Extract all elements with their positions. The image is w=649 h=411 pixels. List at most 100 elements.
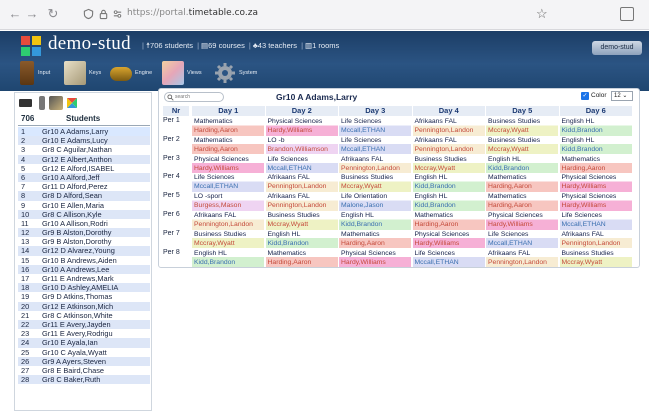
timetable-cell[interactable]: Mathematics Harding,Aaron — [486, 173, 558, 192]
timetable-cell[interactable]: Mathematics Harding,Aaron — [192, 135, 264, 155]
timetable-cell[interactable]: Business Studies Mccray,Wyatt — [486, 135, 558, 155]
student-row[interactable]: 4 Gr12 E Albert,Anthon — [18, 154, 150, 164]
timetable-cell[interactable]: Afrikaans FAL Pennington,Landon — [412, 135, 485, 155]
student-row[interactable]: 24 Gr10 E Ayala,Ian — [18, 338, 150, 348]
timetable-cell[interactable]: Afrikaans FAL Pennington,Landon — [265, 192, 338, 211]
timetable-cell[interactable]: Mathematics Harding,Aaron — [412, 211, 485, 230]
student-row[interactable]: 28 Gr8 C Baker,Ruth — [18, 375, 150, 385]
student-row[interactable]: 9 Gr10 E Allen,Maria — [18, 201, 150, 210]
back-arrow-icon[interactable]: ← — [8, 7, 22, 21]
color-checkbox[interactable]: ✓ — [581, 92, 589, 100]
timetable-cell[interactable]: English HL Kidd,Brandon — [412, 173, 485, 192]
student-row[interactable]: 12 Gr9 B Alston,Dorothy — [18, 228, 150, 238]
student-row[interactable]: 3 Gr8 C Aguilar,Nathan — [18, 145, 150, 154]
timetable-cell[interactable]: Physical Sciences Hardy,Williams — [265, 117, 338, 136]
timetable-cell[interactable]: English HL Kidd,Brandon — [559, 135, 632, 155]
timetable-cell[interactable]: Afrikaans FAL Pennington,Landon — [412, 117, 485, 136]
timetable-cell[interactable]: Mathematics Harding,Aaron — [192, 117, 264, 136]
timetable-cell[interactable]: Business Studies Mccray,Wyatt — [559, 248, 632, 268]
timetable-cell[interactable]: Mathematics Harding,Aaron — [265, 248, 338, 268]
user-button[interactable]: demo-stud — [592, 41, 642, 55]
shield-extension-icon[interactable] — [620, 7, 634, 21]
student-row[interactable]: 22 Gr11 E Avery,Jayden — [18, 319, 150, 330]
timetable-cell[interactable]: English HL Kidd,Brandon — [559, 117, 632, 136]
student-row[interactable]: 20 Gr12 E Atkinson,Mich — [18, 301, 150, 311]
timetable-cell[interactable]: Business Studies Mccray,Wyatt — [265, 211, 338, 230]
toolbar-engine[interactable]: Engine — [110, 61, 158, 85]
student-row[interactable]: 6 Gr10 A Alford,Jeff — [18, 172, 150, 183]
toolbar-input[interactable]: Input — [20, 61, 60, 85]
student-row[interactable]: 21 Gr8 C Atkinson,White — [18, 311, 150, 320]
toolbar-views[interactable]: Views — [162, 61, 208, 85]
url-bar[interactable]: https://portal.timetable.co.za — [127, 8, 258, 18]
timetable-cell[interactable]: Life Sciences Mccall,ETHAN — [412, 248, 485, 268]
timetable-cell[interactable]: Afrikaans FAL Pennington,Landon — [339, 154, 411, 174]
timetable-cell[interactable]: English HL Kidd,Brandon — [265, 229, 338, 249]
timetable-cell[interactable]: Afrikaans FAL Pennington,Landon — [192, 211, 264, 230]
timetable-cell[interactable]: Physical Sciences Hardy,Williams — [339, 248, 411, 268]
timetable-cell[interactable]: English HL Kidd,Brandon — [486, 154, 558, 174]
student-row[interactable]: 10 Gr8 C Allison,Kyle — [18, 209, 150, 219]
photo-icon[interactable] — [49, 96, 63, 110]
student-row[interactable]: 23 Gr11 E Avery,Rodrigu — [18, 329, 150, 338]
student-row[interactable]: 14 Gr12 D Alvarez,Young — [18, 246, 150, 256]
timetable-cell[interactable]: Physical Sciences Hardy,Williams — [559, 173, 632, 192]
student-row[interactable]: 19 Gr9 D Atkins,Thomas — [18, 292, 150, 301]
timetable-cell[interactable]: Life Orientation Malone,Jason — [339, 192, 411, 211]
search-input[interactable] — [175, 93, 221, 101]
timetable-cell[interactable]: Business Studies Mccray,Wyatt — [412, 154, 485, 174]
student-row[interactable]: 15 Gr10 B Andrews,Aiden — [18, 256, 150, 265]
font-size-select[interactable]: 12 ⌄ — [611, 91, 633, 101]
student-row[interactable]: 5 Gr12 E Alford,ISABEL — [18, 164, 150, 173]
timetable-cell[interactable]: Mathematics Harding,Aaron — [486, 192, 558, 211]
timetable-cell[interactable]: Life Sciences Mccall,ETHAN — [265, 154, 338, 174]
timetable-cell[interactable]: English HL Kidd,Brandon — [339, 211, 411, 230]
timetable-cell[interactable]: Life Sciences Mccall,ETHAN — [192, 173, 264, 192]
timetable-cell[interactable]: LO -sport Burgess,Mason — [192, 192, 264, 211]
toolbar-keys[interactable]: Keys — [64, 61, 106, 85]
timetable-cell[interactable]: Life Sciences Mccall,ETHAN — [486, 229, 558, 249]
timetable-cell[interactable]: Life Sciences Mccall,ETHAN — [559, 211, 632, 230]
graduation-cap-icon[interactable] — [19, 99, 32, 107]
student-row[interactable]: 26 Gr9 A Ayers,Steven — [18, 356, 150, 366]
shield-icon[interactable] — [83, 8, 94, 20]
student-row[interactable]: 25 Gr10 C Ayala,Wyatt — [18, 348, 150, 357]
student-row[interactable]: 8 Gr8 D Alford,Sean — [18, 191, 150, 201]
timetable-cell[interactable]: Business Studies Mccray,Wyatt — [192, 229, 264, 249]
forward-arrow-icon[interactable]: → — [25, 7, 39, 21]
lock-icon[interactable] — [98, 8, 109, 20]
student-row[interactable]: 1 Gr10 A Adams,Larry — [18, 127, 150, 137]
student-row[interactable]: 2 Gr10 E Adams,Lucy — [18, 136, 150, 146]
timetable-cell[interactable]: Physical Sciences Hardy,Williams — [486, 211, 558, 230]
timetable-cell[interactable]: English HL Kidd,Brandon — [192, 248, 264, 268]
student-row[interactable]: 27 Gr8 E Baird,Chase — [18, 366, 150, 375]
bookmark-star-icon[interactable]: ☆ — [536, 6, 548, 22]
timetable-cell[interactable]: LO -b Brandon,Williamson — [265, 135, 338, 155]
student-row[interactable]: 13 Gr9 B Alston,Dorothy — [18, 237, 150, 246]
student-row[interactable]: 18 Gr10 D Ashley,AMELIA — [18, 283, 150, 293]
timetable-cell[interactable]: Mathematics Harding,Aaron — [339, 229, 411, 249]
timetable-cell[interactable]: Afrikaans FAL Pennington,Landon — [265, 173, 338, 192]
reload-icon[interactable]: ↻ — [46, 7, 60, 21]
timetable-cell[interactable]: Business Studies Mccray,Wyatt — [339, 173, 411, 192]
student-row[interactable]: 16 Gr10 A Andrews,Lee — [18, 264, 150, 274]
timetable-cell[interactable]: Physical Sciences Hardy,Williams — [559, 192, 632, 211]
student-row[interactable]: 11 Gr10 A Allison,Rodri — [18, 219, 150, 228]
timetable-cell[interactable]: Afrikaans FAL Pennington,Landon — [559, 229, 632, 249]
timetable-cell[interactable]: Life Sciences Mccall,ETHAN — [339, 117, 411, 136]
search-box[interactable] — [164, 92, 224, 102]
timetable-cell[interactable]: English HL Kidd,Brandon — [412, 192, 485, 211]
cell-teacher: Harding,Aaron — [561, 164, 606, 172]
colorful-puzzle-icon[interactable] — [65, 96, 79, 110]
timetable-cell[interactable]: Life Sciences Mccall,ETHAN — [339, 135, 411, 155]
timetable-cell[interactable]: Business Studies Mccray,Wyatt — [486, 117, 558, 136]
timetable-cell[interactable]: Physical Sciences Hardy,Williams — [192, 154, 264, 174]
permissions-icon[interactable] — [112, 8, 123, 20]
timetable-cell[interactable]: Mathematics Harding,Aaron — [559, 154, 632, 174]
timetable-cell[interactable]: Physical Sciences Hardy,Williams — [412, 229, 485, 249]
student-row[interactable]: 7 Gr11 D Alford,Perez — [18, 182, 150, 191]
toolbar-system[interactable]: System — [214, 61, 262, 85]
person-icon[interactable] — [39, 96, 45, 110]
student-row[interactable]: 17 Gr11 E Andrews,Mark — [18, 274, 150, 283]
timetable-cell[interactable]: Afrikaans FAL Pennington,Landon — [486, 248, 558, 268]
